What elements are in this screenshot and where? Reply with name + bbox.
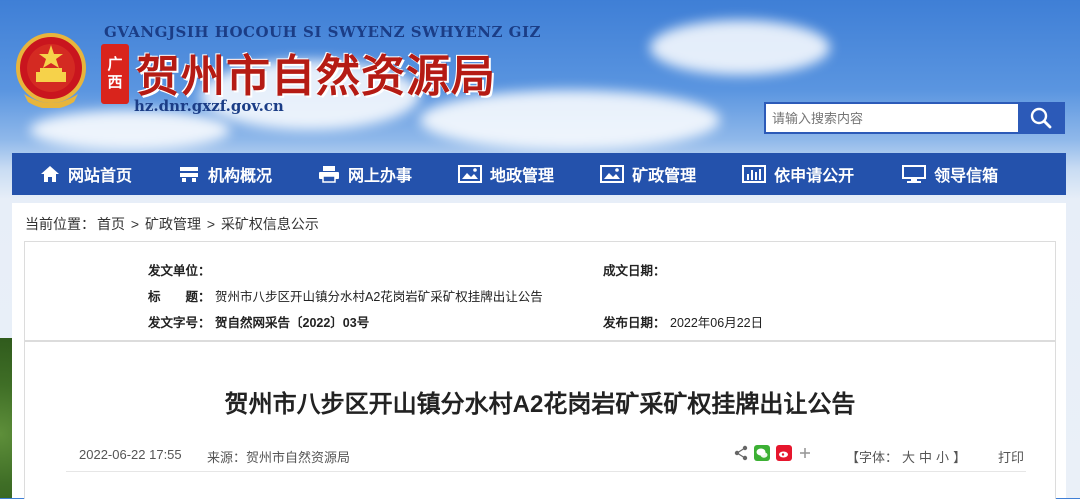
font-size-large-button[interactable]: 大	[902, 450, 915, 465]
font-size-medium-button[interactable]: 中	[919, 450, 932, 465]
nav-item-land-management[interactable]: 地政管理	[458, 153, 554, 195]
breadcrumb: 当前位置： 首页 > 矿政管理 > 采矿权信息公示	[24, 214, 320, 234]
publish-label: 发布日期：	[603, 316, 666, 330]
wechat-icon[interactable]	[754, 445, 770, 461]
national-emblem-icon	[16, 33, 86, 108]
font-size-suffix: 】	[953, 450, 967, 465]
docno-label: 发文字号：	[148, 316, 211, 330]
nav-item-label: 网上办事	[348, 168, 413, 185]
article-title: 贺州市八步区开山镇分水村A2花岗岩矿采矿权挂牌出让公告	[224, 391, 856, 418]
search-icon	[1031, 107, 1052, 129]
breadcrumb-separator: >	[206, 216, 216, 232]
search-input[interactable]	[764, 102, 1018, 134]
main-nav: 网站首页 机构概况 网上办事 地政管理 矿政管理 依申请公开 领导信箱	[12, 153, 1066, 195]
nav-item-label: 依申请公开	[774, 168, 855, 185]
breadcrumb-separator: >	[130, 216, 140, 232]
document-meta: 发文单位： 成文日期： 标 题： 贺州市八步区开山镇分水村A2花岗岩矿采矿权挂牌…	[24, 241, 1056, 341]
title-label: 标 题：	[148, 290, 211, 304]
share-bar	[734, 445, 812, 461]
bar-chart-icon	[742, 165, 767, 183]
nav-item-label: 机构概况	[208, 168, 273, 185]
nav-item-disclosure-request[interactable]: 依申请公开	[742, 153, 854, 195]
nav-item-label: 地政管理	[490, 168, 555, 185]
nav-item-mining-management[interactable]: 矿政管理	[600, 153, 696, 195]
nav-item-label: 网站首页	[68, 168, 133, 185]
building-icon	[180, 167, 199, 182]
breadcrumb-prefix: 当前位置：	[25, 216, 95, 232]
nav-item-online-services[interactable]: 网上办事	[318, 153, 412, 195]
printer-icon	[319, 166, 340, 183]
article-info-row: 2022-06-22 17:55 来源：贺州市自然资源局 【字体： 大 中 小 …	[66, 439, 1026, 472]
breadcrumb-link-home[interactable]: 首页	[97, 216, 125, 232]
article-datetime: 2022-06-22 17:55	[79, 447, 182, 462]
site-domain: hz.dnr.gxzf.gov.cn	[134, 97, 284, 115]
breadcrumb-link-mining-rights[interactable]: 采矿权信息公示	[221, 216, 319, 232]
monitor-icon	[902, 165, 927, 183]
font-size-control: 【字体：大中小】	[844, 447, 968, 466]
nav-item-home[interactable]: 网站首页	[40, 153, 132, 195]
weibo-icon[interactable]	[776, 445, 792, 461]
site-header: GVANGJSIH HOCOUH SI SWYENZ SWHYENZ GIZ 广…	[0, 0, 1080, 150]
breadcrumb-link-mining[interactable]: 矿政管理	[145, 216, 201, 232]
print-button[interactable]: 打印	[998, 447, 1024, 466]
nav-item-leader-mailbox[interactable]: 领导信箱	[902, 153, 998, 195]
issuer-label: 发文单位：	[148, 264, 211, 278]
docno-value: 贺自然网采告〔2022〕03号	[215, 316, 370, 330]
nav-item-label: 矿政管理	[632, 168, 697, 185]
date-label: 成文日期：	[603, 264, 666, 278]
province-tag-char: 西	[107, 74, 123, 91]
search-bar	[764, 102, 1065, 134]
site-pinyin-title: GVANGJSIH HOCOUH SI SWYENZ SWHYENZ GIZ	[104, 23, 541, 41]
picture-icon	[600, 165, 625, 183]
font-size-small-button[interactable]: 小	[936, 450, 949, 465]
main-content: 当前位置： 首页 > 矿政管理 > 采矿权信息公示 发文单位： 成文日期： 标 题…	[12, 203, 1066, 499]
nav-item-organization[interactable]: 机构概况	[178, 153, 272, 195]
nav-item-label: 领导信箱	[934, 168, 999, 185]
article: 贺州市八步区开山镇分水村A2花岗岩矿采矿权挂牌出让公告 2022-06-22 1…	[24, 341, 1056, 499]
search-button[interactable]	[1017, 102, 1065, 134]
publish-value: 2022年06月22日	[670, 316, 764, 330]
picture-icon	[458, 165, 483, 183]
title-value: 贺州市八步区开山镇分水村A2花岗岩矿采矿权挂牌出让公告	[215, 290, 543, 304]
font-size-prefix: 【字体：	[846, 450, 899, 465]
home-icon	[41, 166, 59, 182]
share-icon[interactable]	[734, 445, 748, 461]
plus-icon[interactable]	[798, 446, 812, 460]
article-source: 来源：贺州市自然资源局	[207, 450, 351, 465]
province-tag: 广 西	[101, 44, 129, 104]
province-tag-char: 广	[107, 56, 123, 73]
site-title[interactable]: 贺州市自然资源局	[136, 40, 496, 104]
